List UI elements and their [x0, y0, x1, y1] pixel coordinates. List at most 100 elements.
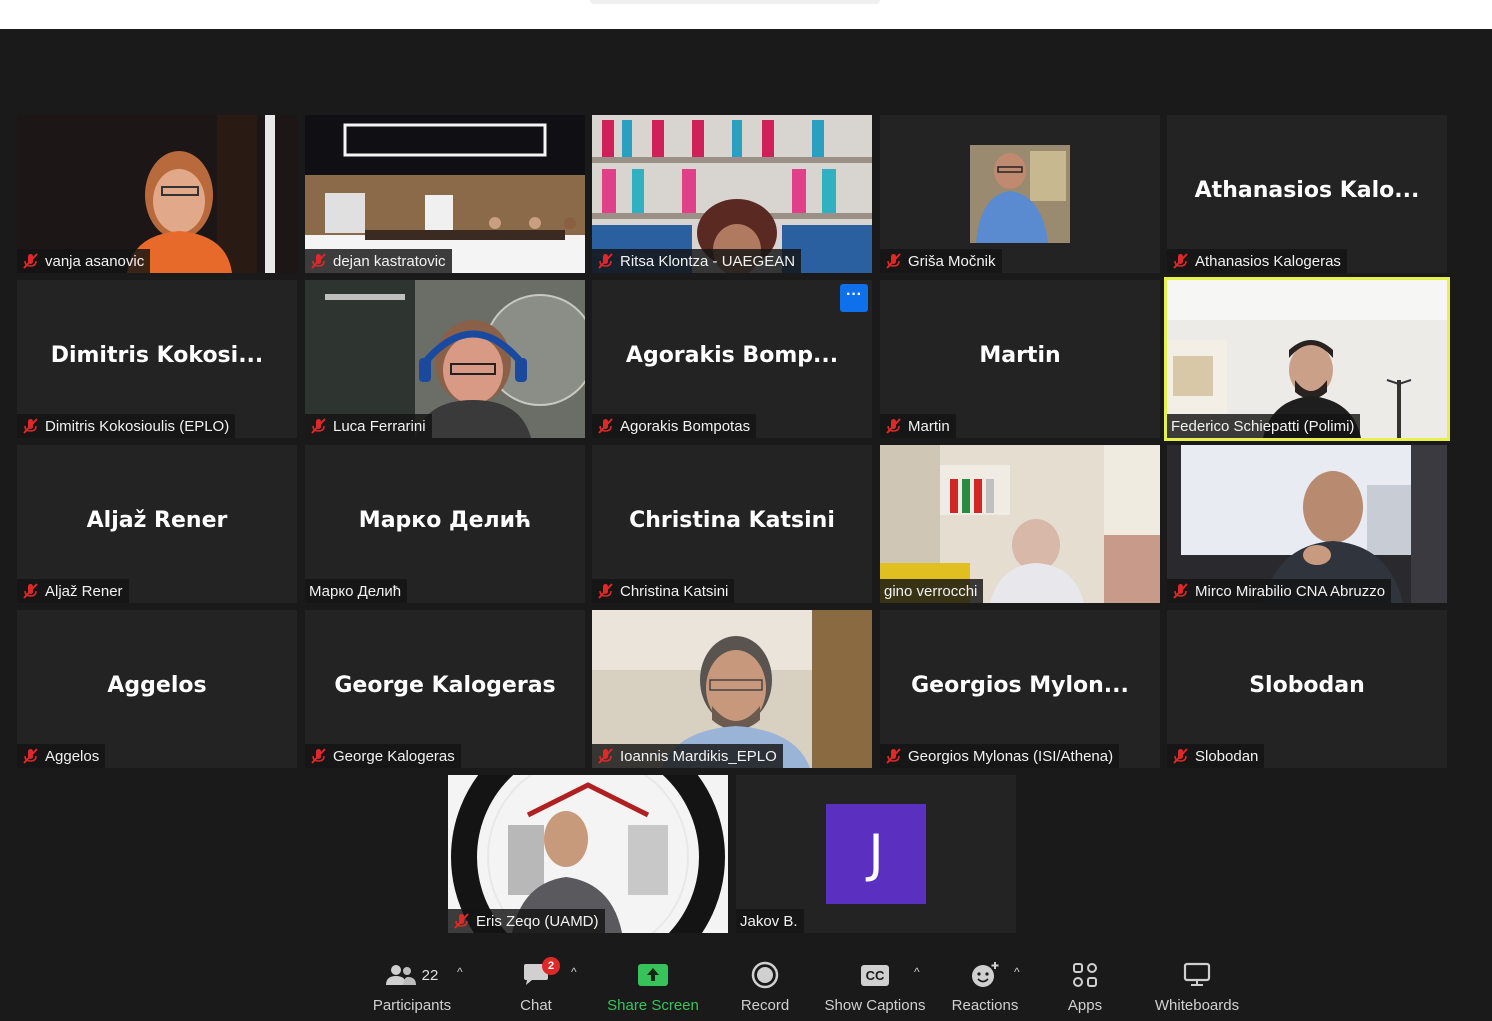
- participant-name-label: George Kalogeras: [305, 744, 461, 768]
- participant-name-label: Dimitris Kokosioulis (EPLO): [17, 414, 236, 438]
- participant-name: George Kalogeras: [333, 747, 455, 765]
- reactions-options-caret[interactable]: ^: [1014, 965, 1020, 979]
- participant-name-label: Марко Делић: [305, 579, 408, 603]
- muted-mic-icon: [23, 583, 38, 599]
- participant-name: Aljaž Rener: [45, 582, 123, 600]
- show-captions-label: Show Captions: [824, 997, 926, 1014]
- participant-name-label: Martin: [880, 414, 956, 438]
- participant-name-label: vanja asanovic: [17, 249, 151, 273]
- participant-name: Griša Močnik: [908, 252, 996, 270]
- participant-tile[interactable]: dejan kastratovic: [305, 115, 585, 273]
- share-screen-icon: [638, 964, 668, 986]
- participant-name-label: Athanasios Kalogeras: [1167, 249, 1347, 273]
- muted-mic-icon: [23, 418, 38, 434]
- participant-tile[interactable]: Ioannis Mardikis_EPLO: [592, 610, 872, 768]
- participant-count: 22: [421, 966, 439, 984]
- participant-name-label: Griša Močnik: [880, 249, 1002, 273]
- participant-name: Mirco Mirabilio CNA Abruzzo: [1195, 582, 1386, 600]
- participant-name-label: Eris Zeqo (UAMD): [448, 909, 605, 933]
- participants-icon: [385, 965, 416, 985]
- participant-name: Slobodan: [1195, 747, 1259, 765]
- participant-tile[interactable]: Aggelos Aggelos: [17, 610, 297, 768]
- captions-options-caret[interactable]: ^: [914, 965, 920, 979]
- closed-captions-icon: CC: [860, 964, 890, 986]
- participant-tile[interactable]: Athanasios Kalo... Athanasios Kalogeras: [1167, 115, 1447, 273]
- reactions-icon: [972, 962, 999, 987]
- participant-name-label: Aggelos: [17, 744, 106, 768]
- apps-label: Apps: [1067, 997, 1103, 1014]
- participant-name: Dimitris Kokosioulis (EPLO): [45, 417, 230, 435]
- participant-tile[interactable]: Mirco Mirabilio CNA Abruzzo: [1167, 445, 1447, 603]
- participant-name-label: Ioannis Mardikis_EPLO: [592, 744, 783, 768]
- participant-name: Aggelos: [45, 747, 100, 765]
- participant-name-label: Jakov B.: [736, 909, 804, 933]
- participant-name: Martin: [908, 417, 950, 435]
- muted-mic-icon: [886, 748, 901, 764]
- record-label: Record: [740, 997, 790, 1014]
- muted-mic-icon: [1173, 253, 1188, 269]
- participant-tile-active-speaker[interactable]: Federico Schiepatti (Polimi): [1164, 277, 1450, 441]
- participant-tile[interactable]: Марко Делић Марко Делић: [305, 445, 585, 603]
- participant-tile[interactable]: George Kalogeras George Kalogeras: [305, 610, 585, 768]
- apps-button[interactable]: Apps: [1060, 955, 1110, 1021]
- participant-name: Athanasios Kalogeras: [1195, 252, 1341, 270]
- chat-button[interactable]: 2 Chat: [505, 955, 567, 1021]
- participant-avatar: J: [826, 804, 926, 904]
- chat-options-caret[interactable]: ^: [571, 965, 577, 979]
- muted-mic-icon: [886, 418, 901, 434]
- participant-tile[interactable]: Martin Martin: [880, 280, 1160, 438]
- chat-unread-badge: 2: [542, 957, 560, 975]
- participant-tile[interactable]: Agorakis Bomp... ··· Agorakis Bompotas: [592, 280, 872, 438]
- muted-mic-icon: [1173, 583, 1188, 599]
- muted-mic-icon: [311, 748, 326, 764]
- apps-icon: [1073, 963, 1097, 987]
- video-gallery: vanja asanovic dejan kastratovic Ritsa K…: [0, 29, 1492, 955]
- participant-name: Eris Zeqo (UAMD): [476, 912, 599, 930]
- reactions-button[interactable]: Reactions: [950, 955, 1020, 1021]
- muted-mic-icon: [598, 748, 613, 764]
- record-icon: [751, 961, 779, 989]
- participant-name: Jakov B.: [740, 912, 798, 930]
- participant-tile[interactable]: Luca Ferrarini: [305, 280, 585, 438]
- show-captions-button[interactable]: CC Show Captions: [822, 955, 928, 1021]
- share-screen-label: Share Screen: [607, 997, 699, 1014]
- participant-tile[interactable]: J Jakov B.: [736, 775, 1016, 933]
- participant-name: Luca Ferrarini: [333, 417, 426, 435]
- window-top-bar: [0, 0, 1492, 29]
- whiteboards-label: Whiteboards: [1154, 997, 1240, 1014]
- participant-tile[interactable]: Aljaž Rener Aljaž Rener: [17, 445, 297, 603]
- participant-name: Federico Schiepatti (Polimi): [1171, 417, 1355, 435]
- participant-name: dejan kastratovic: [333, 252, 446, 270]
- more-options-button[interactable]: ···: [840, 284, 868, 312]
- participants-button[interactable]: 22 Participants: [357, 955, 467, 1021]
- participant-tile[interactable]: Slobodan Slobodan: [1167, 610, 1447, 768]
- share-screen-button[interactable]: Share Screen: [605, 955, 701, 1021]
- participant-tile[interactable]: Georgios Mylon... Georgios Mylonas (ISI/…: [880, 610, 1160, 768]
- participant-name-label: dejan kastratovic: [305, 249, 452, 273]
- muted-mic-icon: [311, 253, 326, 269]
- participant-name-label: gino verrocchi: [880, 579, 984, 603]
- participant-name-label: Christina Katsini: [592, 579, 735, 603]
- participant-tile[interactable]: Griša Močnik: [880, 115, 1160, 273]
- participant-name-label: Luca Ferrarini: [305, 414, 432, 438]
- chat-label: Chat: [520, 997, 552, 1014]
- participant-tile[interactable]: gino verrocchi: [880, 445, 1160, 603]
- muted-mic-icon: [311, 418, 326, 434]
- participants-options-caret[interactable]: ^: [457, 965, 463, 979]
- muted-mic-icon: [886, 253, 901, 269]
- participants-label: Participants: [372, 997, 452, 1014]
- participant-tile[interactable]: Ritsa Klontza - UAEGEAN: [592, 115, 872, 273]
- participant-name-label: Aljaž Rener: [17, 579, 129, 603]
- participant-name: Марко Делић: [309, 582, 402, 600]
- participant-name: Ritsa Klontza - UAEGEAN: [620, 252, 796, 270]
- participant-name-label: Mirco Mirabilio CNA Abruzzo: [1167, 579, 1392, 603]
- participant-tile[interactable]: vanja asanovic: [17, 115, 297, 273]
- whiteboards-button[interactable]: Whiteboards: [1150, 955, 1244, 1021]
- participant-tile[interactable]: Eris Zeqo (UAMD): [448, 775, 728, 933]
- participant-tile[interactable]: Christina Katsini Christina Katsini: [592, 445, 872, 603]
- participant-tile[interactable]: Dimitris Kokosi... Dimitris Kokosioulis …: [17, 280, 297, 438]
- participant-name: Ioannis Mardikis_EPLO: [620, 747, 777, 765]
- participant-name-label: Ritsa Klontza - UAEGEAN: [592, 249, 802, 273]
- record-button[interactable]: Record: [736, 955, 794, 1021]
- participant-name: gino verrocchi: [884, 582, 978, 600]
